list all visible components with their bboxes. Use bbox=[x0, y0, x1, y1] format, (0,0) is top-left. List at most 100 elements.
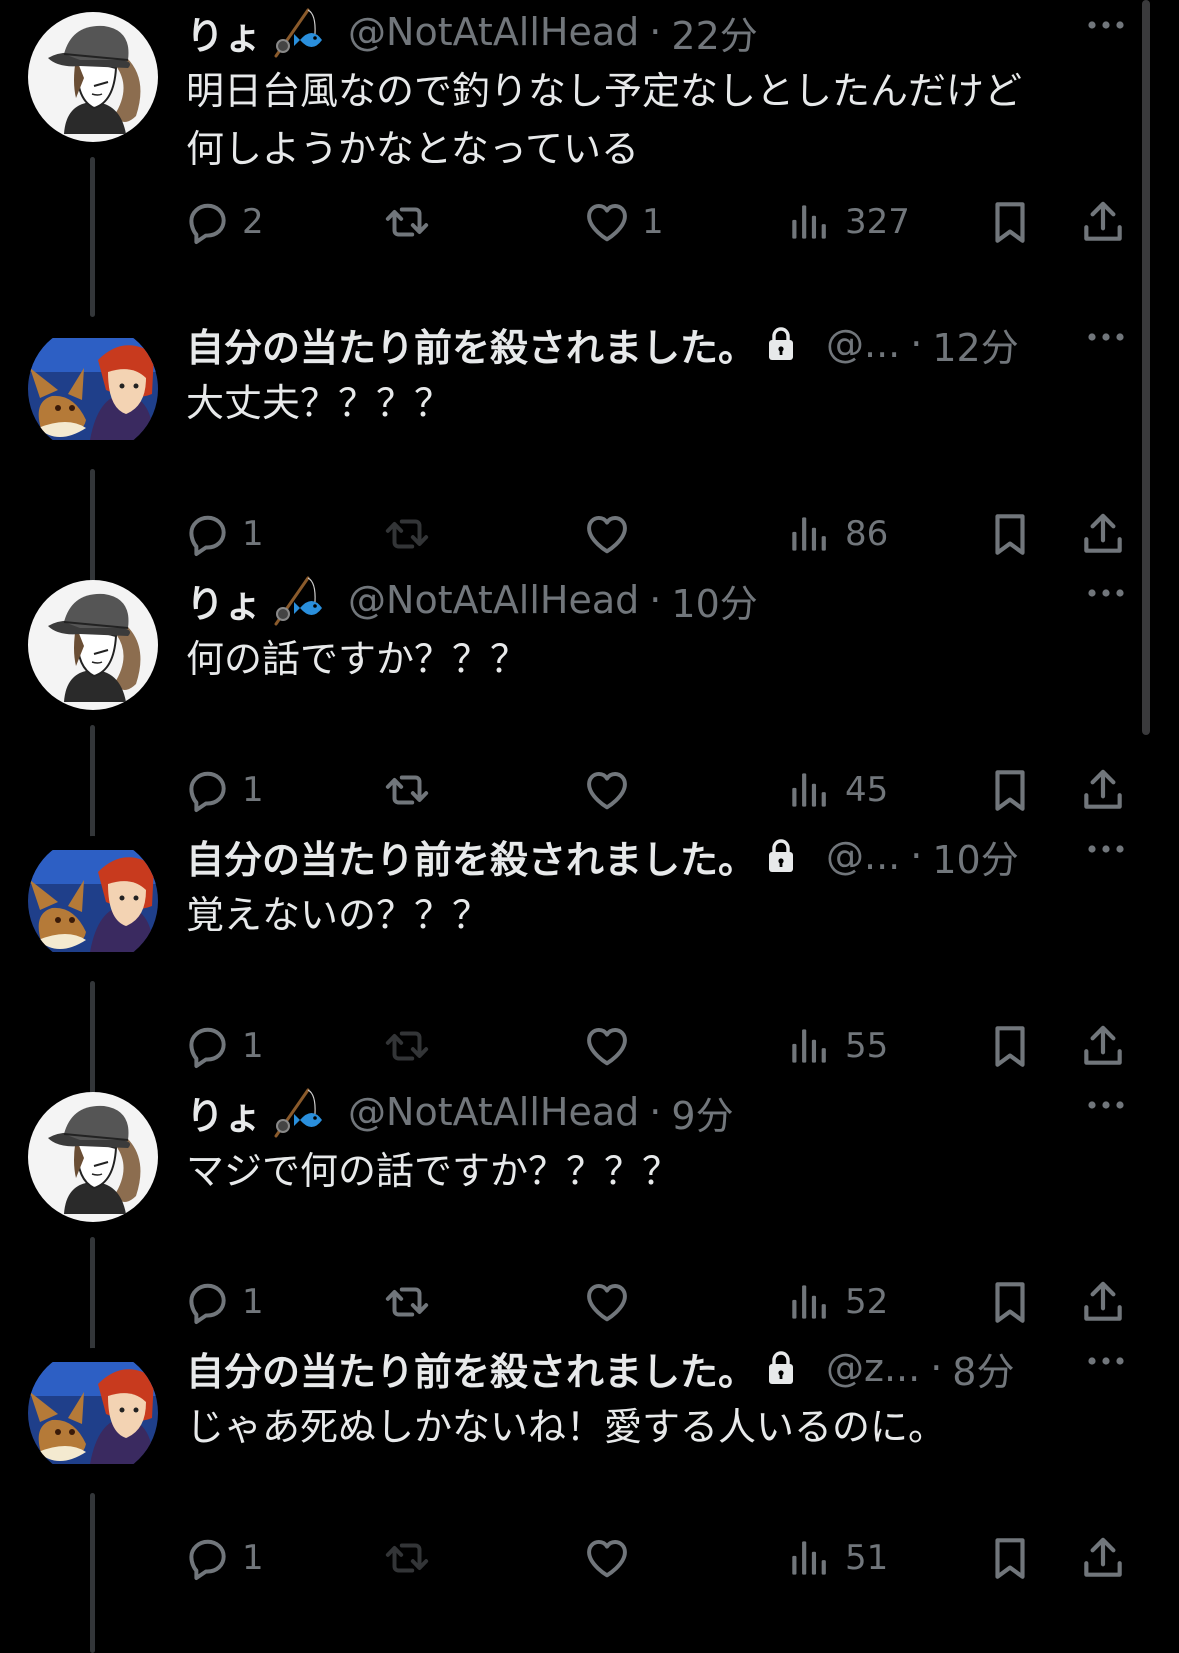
lock-icon bbox=[766, 326, 796, 362]
avatar[interactable] bbox=[28, 324, 158, 454]
more-options-button[interactable] bbox=[1084, 1346, 1128, 1376]
username[interactable]: @... bbox=[826, 834, 900, 878]
reply-button[interactable]: 2 bbox=[182, 194, 264, 250]
separator-dot: · bbox=[649, 578, 662, 622]
display-name[interactable]: 自分の当たり前を殺されました。 bbox=[186, 317, 756, 372]
like-button[interactable] bbox=[582, 506, 642, 562]
tweet-text: 明日台風なので釣りなし予定なしとしたんだけど 何しようかなとなっている bbox=[186, 62, 1126, 178]
views-button[interactable]: 52 bbox=[785, 1274, 888, 1330]
tweet-text: 何の話ですか？？？ bbox=[186, 630, 1126, 688]
views-button[interactable]: 327 bbox=[785, 194, 910, 250]
more-options-button[interactable] bbox=[1084, 322, 1128, 352]
share-button[interactable] bbox=[1078, 1274, 1128, 1330]
heart-icon bbox=[582, 765, 632, 815]
views-icon bbox=[785, 1277, 835, 1327]
tweet[interactable]: 自分の当たり前を殺されました。 @z... · 8分 じゃあ死ぬしかないね！愛する人いる… bbox=[0, 1336, 1179, 1653]
like-count: 1 bbox=[642, 202, 664, 242]
tweet[interactable]: 自分の当たり前を殺されました。 @... · 12分 大丈夫？？？？ 1 86 bbox=[0, 312, 1179, 629]
retweet-button[interactable] bbox=[382, 1018, 442, 1074]
bookmark-button[interactable] bbox=[985, 194, 1035, 250]
timestamp[interactable]: 10分 bbox=[671, 573, 757, 628]
reply-button[interactable]: 1 bbox=[182, 762, 264, 818]
share-button[interactable] bbox=[1078, 1530, 1128, 1586]
views-button[interactable]: 86 bbox=[785, 506, 888, 562]
display-name[interactable]: りょ bbox=[186, 5, 262, 60]
retweet-button[interactable] bbox=[382, 1274, 442, 1330]
avatar[interactable] bbox=[28, 12, 158, 142]
username[interactable]: @NotAtAllHead bbox=[348, 1090, 639, 1134]
retweet-button[interactable] bbox=[382, 506, 442, 562]
tweet-text: マジで何の話ですか？？？？ bbox=[186, 1142, 1126, 1200]
share-button[interactable] bbox=[1078, 506, 1128, 562]
more-options-button[interactable] bbox=[1084, 834, 1128, 864]
bookmark-button[interactable] bbox=[985, 1274, 1035, 1330]
avatar[interactable] bbox=[28, 1092, 158, 1222]
avatar[interactable] bbox=[28, 1348, 158, 1478]
like-button[interactable] bbox=[582, 1018, 642, 1074]
share-icon bbox=[1078, 1533, 1128, 1583]
views-button[interactable]: 51 bbox=[785, 1530, 888, 1586]
reply-icon bbox=[182, 197, 232, 247]
like-button[interactable] bbox=[582, 762, 642, 818]
username[interactable]: @... bbox=[826, 322, 900, 366]
scrollbar[interactable] bbox=[1142, 0, 1150, 735]
display-name[interactable]: りょ bbox=[186, 573, 262, 628]
tweet[interactable]: りょ @NotAtAllHead · 22分 明日台風なので釣りなし予定なしとしたんだけ… bbox=[0, 0, 1179, 317]
timestamp[interactable]: 8分 bbox=[952, 1341, 1014, 1396]
reply-button[interactable]: 1 bbox=[182, 1530, 264, 1586]
tweet[interactable]: りょ @NotAtAllHead · 9分 マジで何の話ですか？？？？ 1 52 bbox=[0, 1080, 1179, 1397]
avatar[interactable] bbox=[28, 580, 158, 710]
share-button[interactable] bbox=[1078, 194, 1128, 250]
views-count: 52 bbox=[845, 1282, 889, 1322]
tweet-text-line: 明日台風なので釣りなし予定なしとしたんだけど bbox=[186, 69, 1023, 113]
share-icon bbox=[1078, 1021, 1128, 1071]
like-button[interactable] bbox=[582, 1530, 642, 1586]
display-name[interactable]: 自分の当たり前を殺されました。 bbox=[186, 829, 756, 884]
share-icon bbox=[1078, 1277, 1128, 1327]
avatar[interactable] bbox=[28, 836, 158, 966]
bookmark-icon bbox=[985, 197, 1035, 247]
like-button[interactable] bbox=[582, 1274, 642, 1330]
separator-dot: · bbox=[910, 834, 923, 878]
bookmark-button[interactable] bbox=[985, 762, 1035, 818]
tweet-text-line: 何の話ですか？？？ bbox=[186, 637, 529, 681]
more-icon bbox=[1084, 10, 1128, 40]
more-options-button[interactable] bbox=[1084, 10, 1128, 40]
retweet-button[interactable] bbox=[382, 194, 442, 250]
username[interactable]: @NotAtAllHead bbox=[348, 10, 639, 54]
share-button[interactable] bbox=[1078, 1018, 1128, 1074]
reply-button[interactable]: 1 bbox=[182, 1274, 264, 1330]
timestamp[interactable]: 12分 bbox=[932, 317, 1018, 372]
lock-icon bbox=[766, 1350, 796, 1386]
separator-dot: · bbox=[649, 10, 662, 54]
views-button[interactable]: 45 bbox=[785, 762, 888, 818]
tweet-actions: 1 55 bbox=[0, 1018, 1179, 1074]
share-button[interactable] bbox=[1078, 762, 1128, 818]
bookmark-button[interactable] bbox=[985, 1018, 1035, 1074]
tweet[interactable]: りょ @NotAtAllHead · 10分 何の話ですか？？？ 1 45 bbox=[0, 568, 1179, 885]
timestamp[interactable]: 9分 bbox=[671, 1085, 733, 1140]
views-button[interactable]: 55 bbox=[785, 1018, 888, 1074]
username[interactable]: @z... bbox=[826, 1346, 920, 1390]
retweet-button[interactable] bbox=[382, 762, 442, 818]
separator-dot: · bbox=[930, 1346, 943, 1390]
reply-icon bbox=[182, 1533, 232, 1583]
more-options-button[interactable] bbox=[1084, 578, 1128, 608]
reply-button[interactable]: 1 bbox=[182, 1018, 264, 1074]
tweet-actions: 1 51 bbox=[0, 1530, 1179, 1586]
tweet[interactable]: 自分の当たり前を殺されました。 @... · 10分 覚えないの？？？ 1 55 bbox=[0, 824, 1179, 1141]
timestamp[interactable]: 10分 bbox=[932, 829, 1018, 884]
bookmark-button[interactable] bbox=[985, 1530, 1035, 1586]
more-options-button[interactable] bbox=[1084, 1090, 1128, 1120]
username[interactable]: @NotAtAllHead bbox=[348, 578, 639, 622]
display-name[interactable]: 自分の当たり前を殺されました。 bbox=[186, 1341, 756, 1396]
retweet-button[interactable] bbox=[382, 1530, 442, 1586]
reply-count: 1 bbox=[242, 770, 264, 810]
display-name[interactable]: りょ bbox=[186, 1085, 262, 1140]
bookmark-button[interactable] bbox=[985, 506, 1035, 562]
reply-button[interactable]: 1 bbox=[182, 506, 264, 562]
heart-icon bbox=[582, 1533, 632, 1583]
like-button[interactable]: 1 bbox=[582, 194, 664, 250]
tweet-actions: 1 45 bbox=[0, 762, 1179, 818]
timestamp[interactable]: 22分 bbox=[671, 5, 757, 60]
